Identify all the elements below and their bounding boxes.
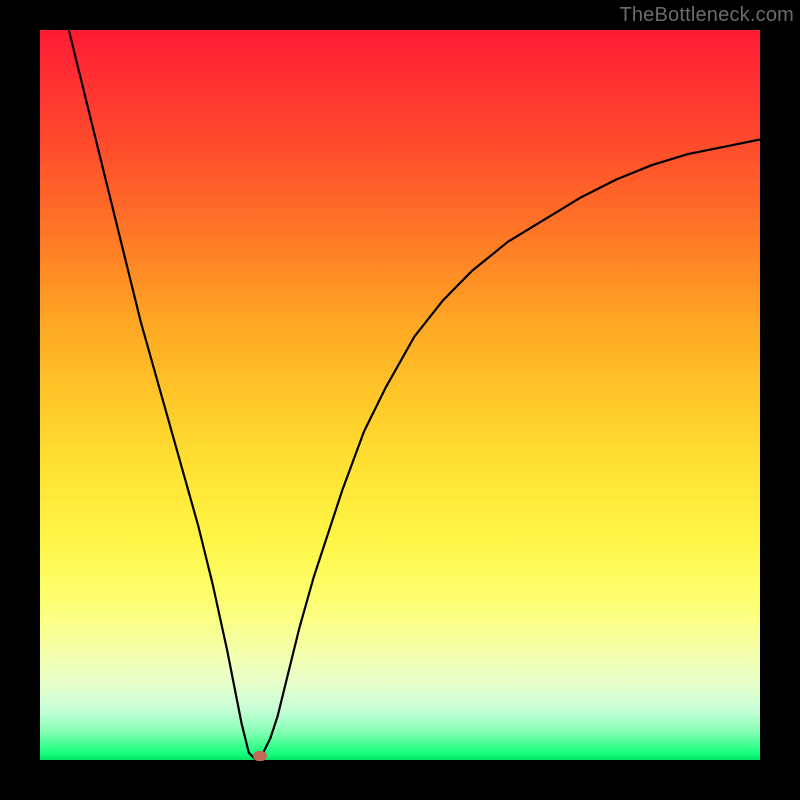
curve-path xyxy=(69,30,760,760)
bottleneck-curve xyxy=(40,30,760,760)
plot-area xyxy=(40,30,760,760)
minimum-marker xyxy=(253,751,267,761)
watermark-text: TheBottleneck.com xyxy=(619,4,794,27)
chart-frame: TheBottleneck.com xyxy=(0,0,800,800)
